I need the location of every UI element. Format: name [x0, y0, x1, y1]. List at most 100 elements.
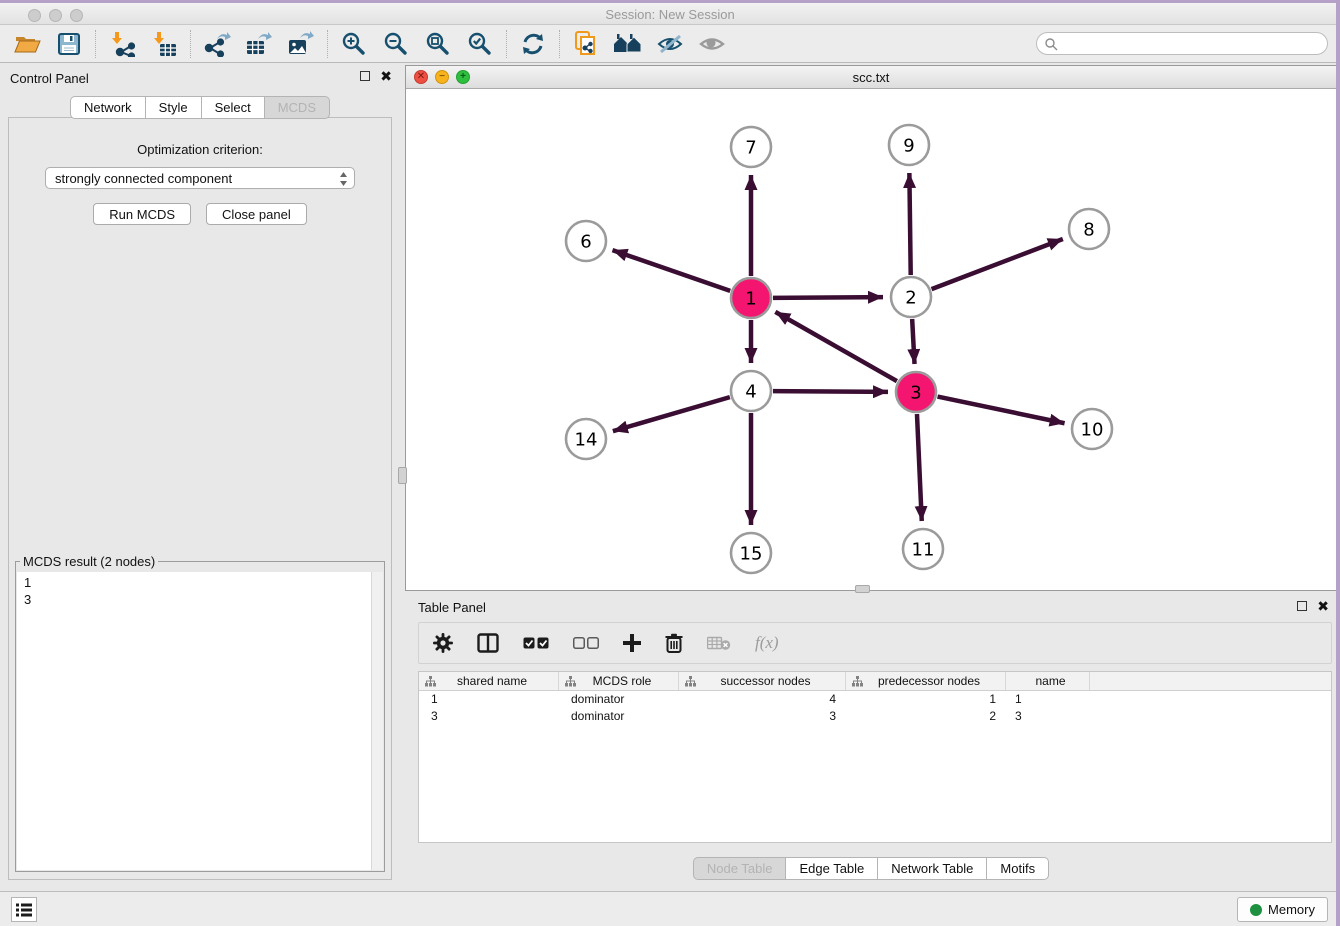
edge-2-8[interactable] [932, 239, 1063, 289]
open-folder-icon [14, 32, 41, 56]
search-input[interactable] [1062, 37, 1327, 51]
graph-node-10[interactable]: 10 [1072, 409, 1112, 449]
checked-boxes-icon [523, 637, 549, 649]
tab-network[interactable]: Network [70, 96, 146, 119]
show-all-button[interactable] [607, 28, 649, 60]
split-table-view-button[interactable] [477, 633, 499, 653]
graph-node-1[interactable]: 1 [731, 278, 771, 318]
memory-button[interactable]: Memory [1237, 897, 1328, 922]
zoom-out-button[interactable] [375, 28, 417, 60]
close-table-panel-icon[interactable]: ✖ [1317, 601, 1329, 611]
run-mcds-button[interactable]: Run MCDS [93, 203, 191, 225]
hide-selected-button[interactable] [649, 28, 691, 60]
edge-3-10[interactable] [938, 397, 1065, 424]
table-toolbar: f(x) [418, 622, 1332, 664]
mcds-result-item[interactable]: 1 [24, 574, 364, 591]
graph-node-7[interactable]: 7 [731, 127, 771, 167]
column-header-successor-nodes[interactable]: successor nodes [679, 672, 846, 690]
table-settings-button[interactable] [433, 633, 453, 653]
show-hidden-button[interactable] [691, 28, 733, 60]
zoom-selected-button[interactable] [459, 28, 501, 60]
window-title: Session: New Session [0, 7, 1340, 22]
edge-3-1[interactable] [775, 312, 897, 381]
tab-mcds[interactable]: MCDS [265, 96, 330, 119]
mcds-result-item[interactable]: 3 [24, 591, 364, 608]
network-from-selection-button[interactable] [565, 28, 607, 60]
column-header-name[interactable]: name [1006, 672, 1090, 690]
table-cell[interactable]: 1 [1006, 691, 1090, 708]
graph-node-3[interactable]: 3 [896, 372, 936, 412]
table-cell[interactable]: 2 [846, 708, 1006, 725]
export-network-button[interactable] [196, 28, 238, 60]
select-all-columns-button[interactable] [523, 637, 549, 649]
search-field[interactable] [1036, 32, 1328, 55]
export-image-button[interactable] [280, 28, 322, 60]
graph-node-15[interactable]: 15 [731, 533, 771, 573]
graph-node-2[interactable]: 2 [891, 277, 931, 317]
graph-node-4[interactable]: 4 [731, 371, 771, 411]
graph-node-9[interactable]: 9 [889, 125, 929, 165]
optimization-criterion-select[interactable]: strongly connected component [45, 167, 355, 189]
edge-4-14[interactable] [613, 397, 730, 431]
import-table-button[interactable] [143, 28, 185, 60]
network-window-titlebar: ✕ − + scc.txt [406, 66, 1336, 89]
edge-4-3[interactable] [773, 391, 888, 392]
tab-style[interactable]: Style [146, 96, 202, 119]
table-cell[interactable]: 3 [679, 708, 846, 725]
close-panel-button[interactable]: Close panel [206, 203, 307, 225]
add-column-button[interactable] [623, 634, 641, 652]
table-row[interactable]: 3dominator323 [419, 708, 1331, 725]
network-view-window: ✕ − + scc.txt 1 2 3 4 6 7 8 9 10 11 14 15 [405, 65, 1337, 591]
table-cell[interactable]: 3 [419, 708, 559, 725]
close-panel-icon[interactable]: ✖ [380, 71, 392, 81]
export-table-button[interactable] [238, 28, 280, 60]
edge-1-6[interactable] [612, 250, 730, 291]
tab-edge-table[interactable]: Edge Table [786, 857, 878, 880]
table-cell[interactable]: 3 [1006, 708, 1090, 725]
zoom-fit-button[interactable] [417, 28, 459, 60]
edge-1-2[interactable] [773, 297, 883, 298]
import-network-button[interactable] [101, 28, 143, 60]
table-cell[interactable]: 1 [846, 691, 1006, 708]
tab-node-table[interactable]: Node Table [693, 857, 787, 880]
deselect-all-columns-button[interactable] [573, 637, 599, 649]
save-session-button[interactable] [48, 28, 90, 60]
mcds-result-list[interactable]: 13 [17, 572, 383, 870]
delete-columns-button[interactable] [665, 633, 683, 653]
graph-node-8[interactable]: 8 [1069, 209, 1109, 249]
table-cell[interactable]: 4 [679, 691, 846, 708]
column-header-shared-name[interactable]: shared name [419, 672, 559, 690]
tab-motifs[interactable]: Motifs [987, 857, 1049, 880]
open-file-button[interactable] [6, 28, 48, 60]
horizontal-splitter-handle[interactable] [855, 585, 870, 593]
edge-3-11[interactable] [917, 414, 922, 521]
network-view-title: scc.txt [406, 70, 1336, 85]
svg-text:7: 7 [745, 137, 756, 158]
table-panel-header: Table Panel ✖ [405, 595, 1337, 620]
graph-node-11[interactable]: 11 [903, 529, 943, 569]
table-cell[interactable]: dominator [559, 691, 679, 708]
column-header-mcds-role[interactable]: MCDS role [559, 672, 679, 690]
float-panel-icon[interactable] [360, 71, 370, 81]
network-graph-canvas[interactable]: 1 2 3 4 6 7 8 9 10 11 14 15 [406, 89, 1336, 590]
column-header-predecessor-nodes[interactable]: predecessor nodes [846, 672, 1006, 690]
refresh-view-button[interactable] [512, 28, 554, 60]
graph-node-6[interactable]: 6 [566, 221, 606, 261]
svg-text:11: 11 [912, 539, 935, 560]
task-history-button[interactable] [11, 897, 37, 922]
graph-node-14[interactable]: 14 [566, 419, 606, 459]
vertical-splitter-handle[interactable] [398, 467, 407, 484]
function-builder-button[interactable]: f(x) [755, 633, 779, 653]
table-panel-title: Table Panel [418, 600, 486, 615]
delete-table-button[interactable] [707, 635, 731, 651]
float-table-panel-icon[interactable] [1297, 601, 1307, 611]
table-cell[interactable]: 1 [419, 691, 559, 708]
table-cell[interactable]: dominator [559, 708, 679, 725]
zoom-in-button[interactable] [333, 28, 375, 60]
edge-2-9[interactable] [909, 173, 910, 275]
edge-2-3[interactable] [912, 319, 914, 364]
result-scrollbar[interactable] [371, 572, 383, 870]
tab-network-table[interactable]: Network Table [878, 857, 987, 880]
tab-select[interactable]: Select [202, 96, 265, 119]
table-row[interactable]: 1dominator411 [419, 691, 1331, 708]
